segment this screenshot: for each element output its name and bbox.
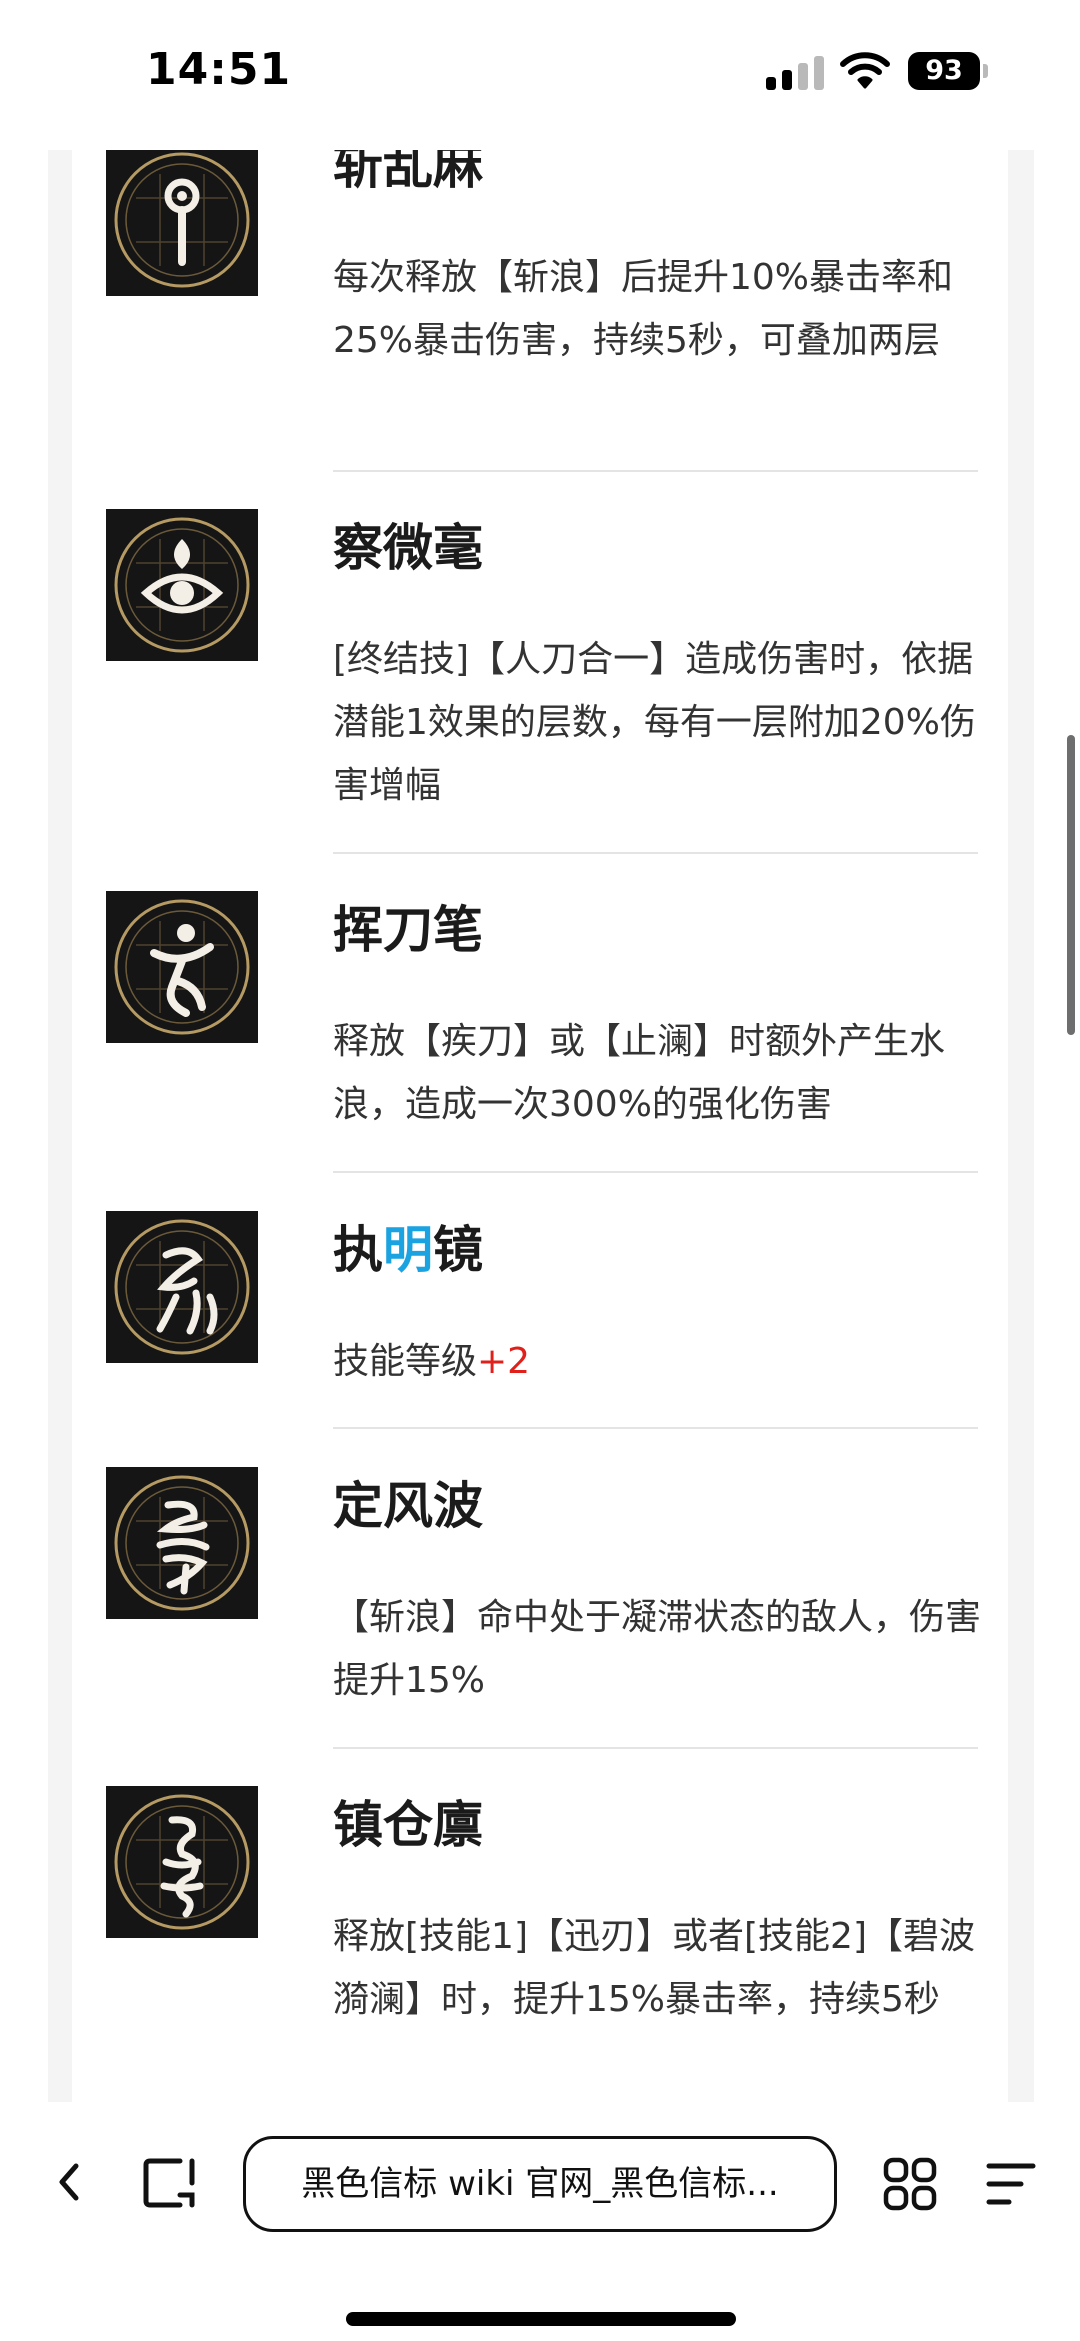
menu-icon[interactable]	[985, 2160, 1037, 2208]
skill-list[interactable]: 斩乱麻 每次释放【斩浪】后提升10%暴击率和25%暴击伤害，持续5秒，可叠加两层…	[72, 150, 1008, 2102]
skill-title: 镇仓廪	[333, 1796, 483, 1854]
skill-title: 挥刀笔	[333, 901, 483, 959]
skill-description: 技能等级+2	[333, 1330, 993, 1393]
rune-emblem-5-icon	[106, 1467, 258, 1619]
divider	[333, 1171, 978, 1173]
home-indicator[interactable]	[346, 2312, 736, 2326]
divider	[333, 1747, 978, 1749]
skill-description: [终结技]【人刀合一】造成伤害时，依据潜能1效果的层数，每有一层附加20%伤害增…	[333, 639, 976, 806]
skill-title-part: 镜	[433, 1221, 483, 1279]
grid-icon[interactable]	[882, 2156, 938, 2212]
skill-description: 【斩浪】命中处于凝滞状态的敌人，伤害提升15%	[333, 1597, 982, 1701]
rune-emblem-1-icon	[106, 150, 258, 296]
skill-title-highlight: 明	[383, 1221, 433, 1279]
wifi-icon	[840, 50, 890, 90]
scroll-indicator[interactable]	[1067, 735, 1075, 1035]
skill-title: 察微毫	[333, 519, 483, 577]
chevron-left-icon[interactable]	[48, 2152, 88, 2212]
tabs-icon[interactable]	[140, 2155, 200, 2211]
skill-description-text: 技能等级	[333, 1341, 478, 1382]
skill-title: 定风波	[333, 1477, 483, 1535]
rune-emblem-3-icon	[106, 891, 258, 1043]
rune-emblem-4-icon	[106, 1211, 258, 1363]
skill-title: 斩乱麻	[333, 150, 483, 195]
divider	[333, 852, 978, 854]
divider	[333, 470, 978, 472]
skill-level-bonus: +2	[477, 1341, 531, 1382]
address-bar[interactable]: 黑色信标 wiki 官网_黑色信标...	[243, 2136, 837, 2232]
skill-title-part: 执	[333, 1221, 383, 1279]
battery-icon: 93	[908, 52, 988, 90]
rune-emblem-2-icon	[106, 509, 258, 661]
battery-level: 93	[925, 55, 963, 86]
status-time: 14:51	[146, 44, 292, 95]
skill-title: 执明镜	[333, 1210, 483, 1282]
cellular-signal-icon	[766, 56, 824, 90]
skill-description: 每次释放【斩浪】后提升10%暴击率和25%暴击伤害，持续5秒，可叠加两层	[333, 257, 954, 361]
skill-description: 释放[技能1]【迅刃】或者[技能2]【碧波漪澜】时，提升15%暴击率，持续5秒	[333, 1916, 975, 2020]
address-bar-text: 黑色信标 wiki 官网_黑色信标...	[301, 2164, 779, 2204]
skill-description: 释放【疾刀】或【止澜】时额外产生水浪，造成一次300%的强化伤害	[333, 1021, 946, 1125]
rune-emblem-6-icon	[106, 1786, 258, 1938]
status-bar: 14:51 93	[0, 0, 1080, 150]
divider	[333, 1427, 978, 1429]
